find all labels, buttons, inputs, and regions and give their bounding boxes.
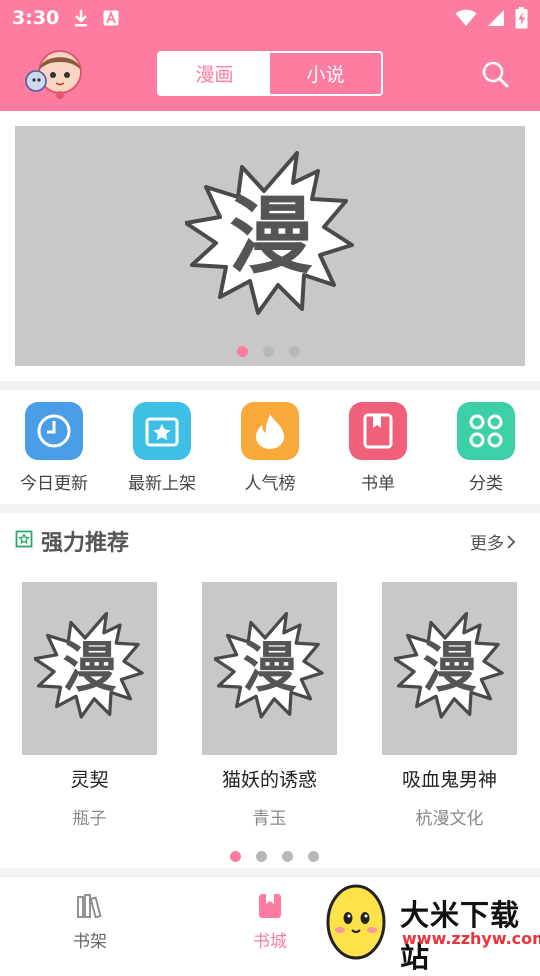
recommend-indicator bbox=[230, 851, 319, 862]
cover-placeholder-text: 漫 bbox=[422, 636, 476, 699]
egg-mascot-icon bbox=[326, 884, 386, 960]
content-type-switch: 漫画 小说 bbox=[157, 51, 383, 96]
book-title: 猫妖的诱惑 bbox=[221, 769, 317, 791]
indicator-dot bbox=[256, 851, 267, 862]
site-watermark: 大米下载站 www.zzhyw.com bbox=[322, 876, 540, 974]
indicator-dot bbox=[282, 851, 293, 862]
tab-bookstore[interactable]: 书城 bbox=[235, 893, 305, 952]
status-notifications bbox=[73, 9, 119, 27]
recommend-header: 强力推荐 更多 bbox=[0, 513, 540, 568]
entry-label: 今日更新 bbox=[20, 474, 88, 494]
entry-categories[interactable]: 分类 bbox=[432, 402, 540, 494]
star-box-icon bbox=[133, 402, 191, 460]
book-card[interactable]: 漫 灵契 瓶子 bbox=[22, 582, 157, 829]
battery-charging-icon bbox=[515, 7, 528, 29]
book-title: 吸血鬼男神 bbox=[401, 769, 497, 791]
comic-placeholder-icon: 漫 bbox=[214, 612, 324, 719]
indicator-dot bbox=[263, 346, 274, 357]
comic-placeholder-icon: 漫 bbox=[185, 151, 354, 315]
status-time: 3:30 bbox=[12, 7, 60, 29]
book-card[interactable]: 漫 猫妖的诱惑 青玉 bbox=[202, 582, 337, 829]
section-divider bbox=[0, 381, 540, 390]
indicator-dot bbox=[289, 346, 300, 357]
download-icon bbox=[75, 10, 88, 27]
signal-icon bbox=[488, 10, 504, 26]
grid-icon bbox=[457, 402, 515, 460]
section-title: 强力推荐 bbox=[41, 531, 130, 556]
entry-today-updates[interactable]: 今日更新 bbox=[0, 402, 108, 494]
entry-label: 分类 bbox=[469, 474, 503, 494]
status-system-icons bbox=[455, 7, 528, 29]
book-icon bbox=[259, 894, 281, 918]
indicator-dot bbox=[237, 346, 248, 357]
comic-placeholder-icon: 漫 bbox=[34, 612, 144, 719]
quick-entries: 今日更新 最新上架 人气榜 书单 分类 bbox=[0, 390, 540, 504]
flame-icon bbox=[241, 402, 299, 460]
status-bar: 3:30 bbox=[0, 0, 540, 36]
search-button[interactable] bbox=[481, 60, 509, 88]
tab-bookshelf[interactable]: 书架 bbox=[55, 893, 125, 952]
banner-carousel[interactable]: 漫 bbox=[15, 126, 525, 366]
more-link[interactable]: 更多 bbox=[470, 529, 516, 554]
book-author: 瓶子 bbox=[72, 809, 107, 829]
entry-label: 最新上架 bbox=[128, 474, 196, 494]
book-cover: 漫 bbox=[202, 582, 337, 755]
search-icon bbox=[482, 61, 509, 88]
bookmark-book-icon bbox=[349, 402, 407, 460]
user-avatar[interactable] bbox=[24, 48, 84, 100]
section-divider bbox=[0, 868, 540, 876]
bookshelf-icon bbox=[77, 894, 102, 919]
indicator-dot bbox=[230, 851, 241, 862]
book-cover: 漫 bbox=[22, 582, 157, 755]
entry-new-arrivals[interactable]: 最新上架 bbox=[108, 402, 216, 494]
banner-placeholder-text: 漫 bbox=[229, 187, 313, 285]
indicator-dot bbox=[308, 851, 319, 862]
chevron-right-icon bbox=[507, 534, 516, 549]
entry-popularity-ranking[interactable]: 人气榜 bbox=[216, 402, 324, 494]
book-title: 灵契 bbox=[70, 769, 109, 791]
book-author: 青玉 bbox=[252, 809, 287, 829]
tab-label: 书城 bbox=[253, 932, 287, 952]
star-badge-icon bbox=[15, 530, 33, 548]
entry-label: 人气榜 bbox=[244, 474, 296, 494]
wifi-icon bbox=[455, 9, 477, 26]
font-app-icon bbox=[103, 10, 119, 26]
clock-icon bbox=[25, 402, 83, 460]
watermark-url: www.zzhyw.com bbox=[402, 929, 540, 948]
cover-placeholder-text: 漫 bbox=[62, 636, 116, 699]
banner-indicator bbox=[237, 346, 300, 357]
tab-comics[interactable]: 漫画 bbox=[159, 53, 270, 94]
tab-label: 书架 bbox=[73, 932, 107, 952]
entry-label: 书单 bbox=[361, 474, 395, 494]
comic-placeholder-icon: 漫 bbox=[394, 612, 504, 719]
app-header: 漫画 小说 bbox=[0, 36, 540, 111]
book-cover: 漫 bbox=[382, 582, 517, 755]
entry-book-list[interactable]: 书单 bbox=[324, 402, 432, 494]
more-label: 更多 bbox=[470, 534, 504, 554]
cover-placeholder-text: 漫 bbox=[242, 636, 296, 699]
section-divider bbox=[0, 504, 540, 513]
avatar-icon bbox=[25, 50, 82, 99]
book-card[interactable]: 漫 吸血鬼男神 杭漫文化 bbox=[382, 582, 517, 829]
book-author: 杭漫文化 bbox=[415, 809, 484, 829]
tab-novels[interactable]: 小说 bbox=[270, 53, 381, 94]
